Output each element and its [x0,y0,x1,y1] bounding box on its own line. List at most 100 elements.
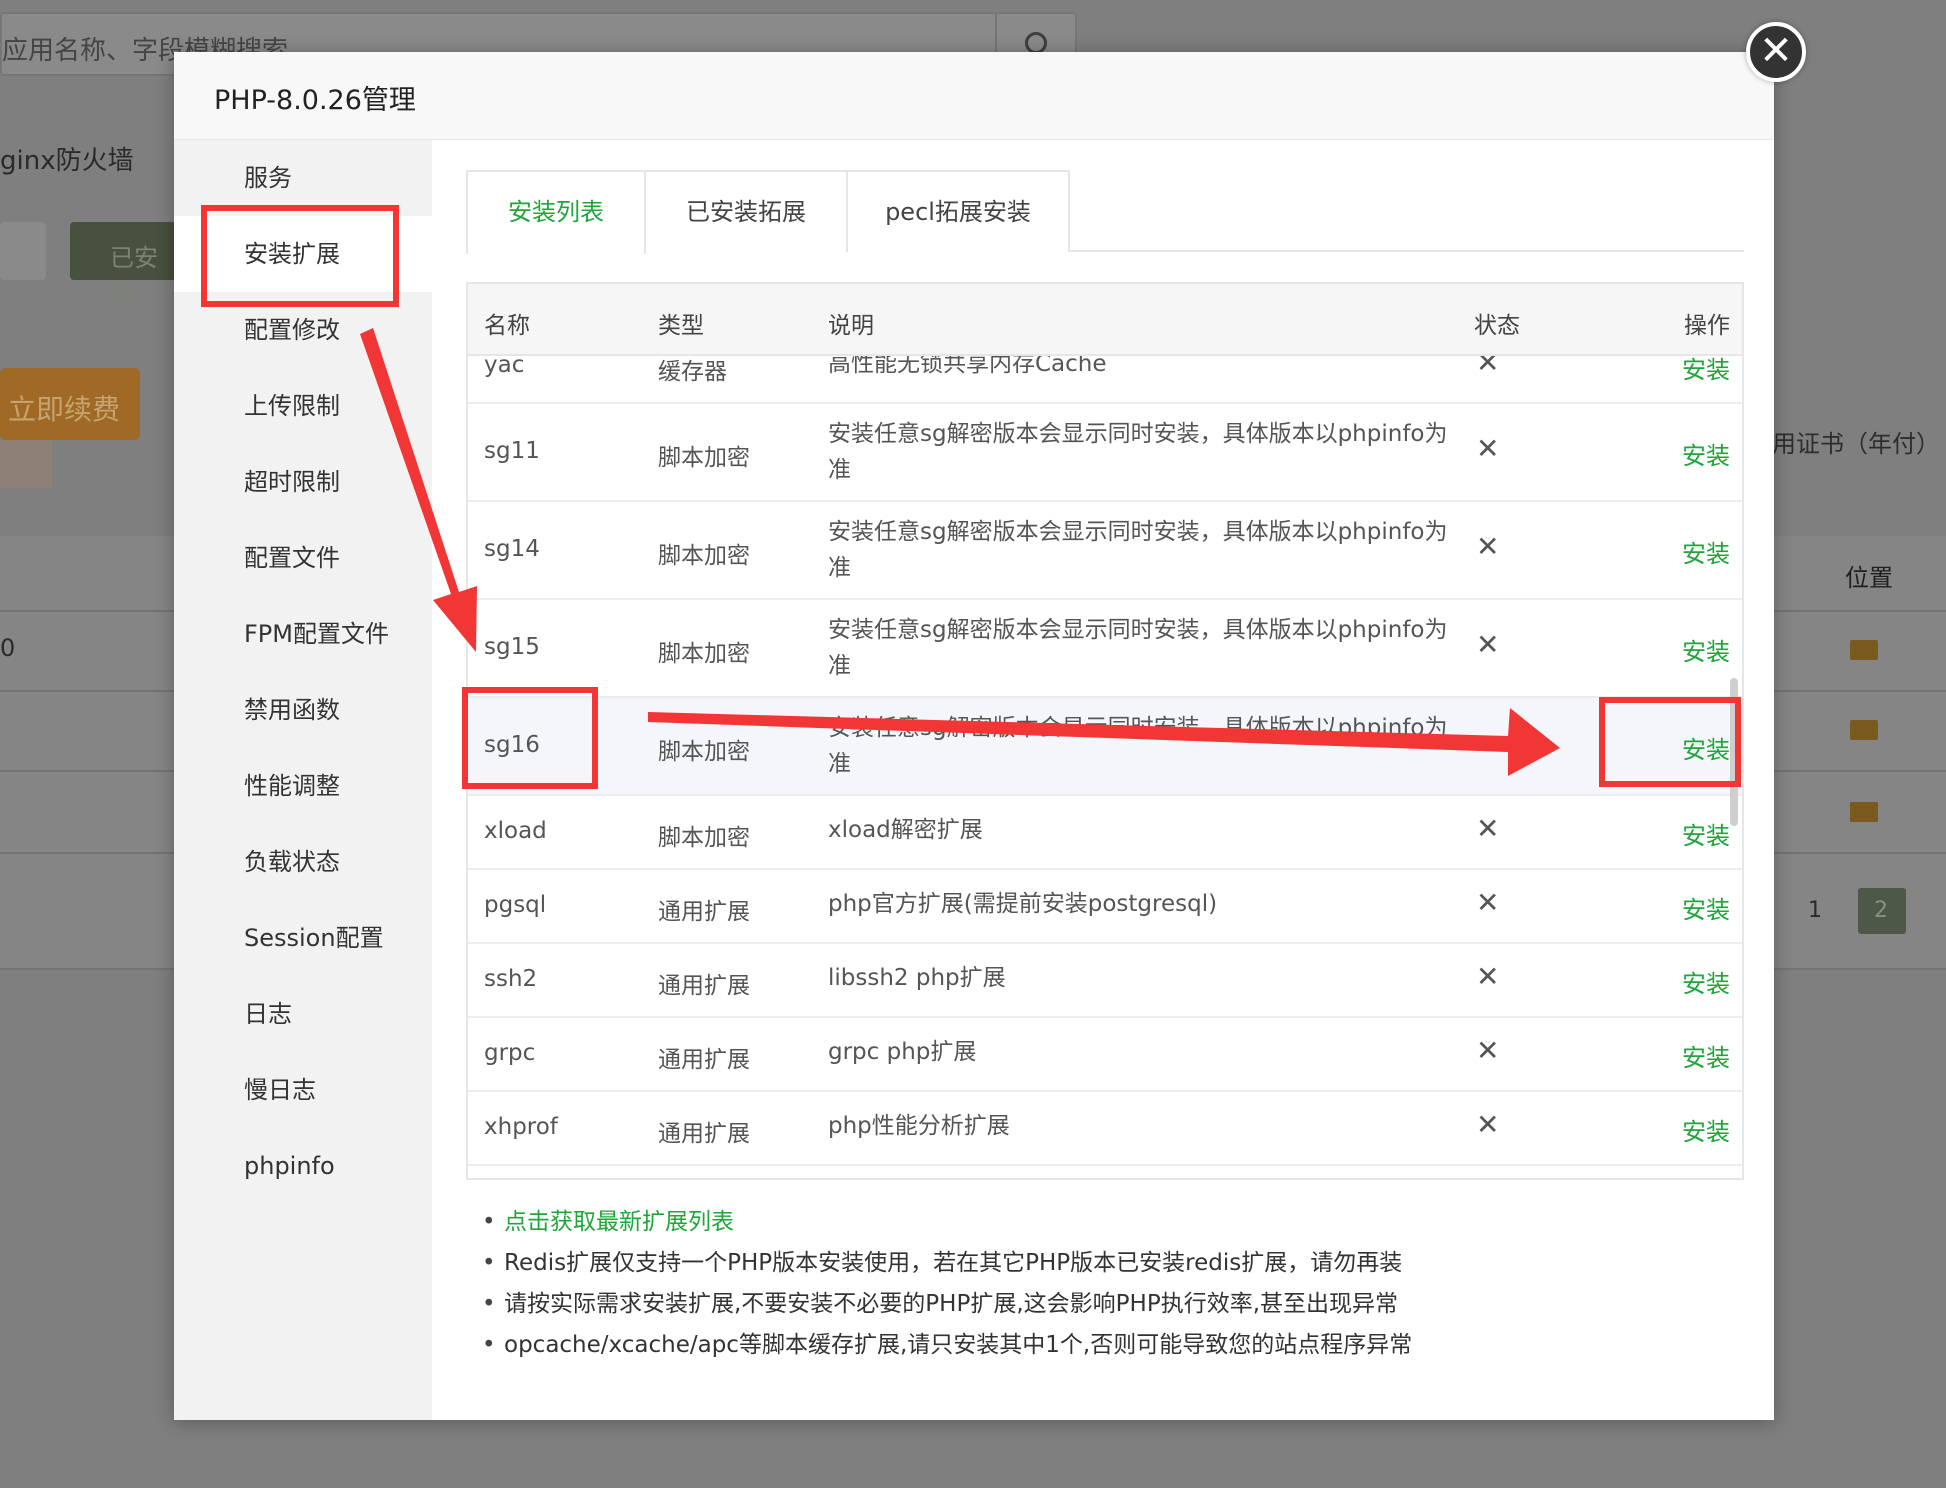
row-status-icon: ✕ [1476,960,1500,993]
tab-install-list[interactable]: 安装列表 [466,170,646,254]
bg-renew-strip [0,440,52,488]
row-status-icon: ✕ [1476,432,1500,465]
refresh-extension-list-link[interactable]: 点击获取最新扩展列表 [482,1202,1412,1243]
tab-bar: 安装列表 已安装拓展 pecl拓展安装 [466,170,1744,254]
tab-installed-extensions[interactable]: 已安装拓展 [644,170,848,252]
row-type: 脚本加密 [658,739,750,765]
table-body: yac 缓存器 高性能无锁共享内存Cache ✕ 安装 sg11 脚本加密 安装… [468,356,1742,1178]
bg-grey-button [0,222,46,280]
sidebar-item-phpinfo[interactable]: phpinfo [174,1128,432,1204]
row-name: grpc [484,1040,536,1066]
install-button[interactable]: 安装 [1682,632,1730,667]
row-type: 通用扩展 [658,1047,750,1073]
install-button[interactable]: 安装 [1682,356,1730,385]
bg-installed-button: 已安装 [70,222,180,307]
row-status-icon: ✕ [1476,628,1500,661]
install-button[interactable]: 安装 [1682,730,1730,765]
row-name: pgsql [484,892,547,918]
row-type: 通用扩展 [658,899,750,925]
table-row: xload 脚本加密 xload解密扩展 ✕ 安装 [468,796,1742,870]
bg-position-header: 位置 [1845,564,1893,592]
table-row: sg15 脚本加密 安装任意sg解密版本会显示同时安装，具体版本以phpinfo… [468,600,1742,698]
row-status-icon: ✕ [1476,812,1500,845]
header-status: 状态 [1474,313,1520,339]
row-type: 脚本加密 [658,445,750,471]
row-desc: grpc php扩展 [828,1039,977,1065]
row-desc: 安装任意sg解密版本会显示同时安装，具体版本以phpinfo为准 [828,421,1448,483]
sidebar-item-config-file[interactable]: 配置文件 [174,520,432,596]
row-desc: 安装任意sg解密版本会显示同时安装，具体版本以phpinfo为准 [828,519,1448,581]
main-content: 安装列表 已安装拓展 pecl拓展安装 名称 类型 说明 状态 操作 yac 缓… [432,140,1774,1420]
header-desc: 说明 [828,313,874,339]
row-type: 脚本加密 [658,543,750,569]
sidebar-item-disabled-functions[interactable]: 禁用函数 [174,672,432,748]
row-name: sg14 [484,536,540,562]
install-button[interactable]: 安装 [1682,890,1730,925]
row-name: yac [484,356,525,378]
bg-firewall-label: ginx防火墙 [0,146,134,176]
install-button[interactable]: 安装 [1682,436,1730,471]
row-type: 脚本加密 [658,825,750,851]
row-name: sg11 [484,438,540,464]
folder-icon [1850,720,1878,740]
row-status-icon: ✕ [1476,356,1500,379]
notes-list: 点击获取最新扩展列表 Redis扩展仅支持一个PHP版本安装使用，若在其它PHP… [482,1202,1412,1366]
sidebar-item-log[interactable]: 日志 [174,976,432,1052]
note-item: Redis扩展仅支持一个PHP版本安装使用，若在其它PHP版本已安装redis扩… [482,1243,1412,1284]
row-desc: libssh2 php扩展 [828,965,1006,991]
table-row: grpc 通用扩展 grpc php扩展 ✕ 安装 [468,1018,1742,1092]
sidebar: 服务 安装扩展 配置修改 上传限制 超时限制 配置文件 FPM配置文件 禁用函数… [174,140,432,1420]
table-row: sg14 脚本加密 安装任意sg解密版本会显示同时安装，具体版本以phpinfo… [468,502,1742,600]
table-scrollbar[interactable] [1730,678,1738,826]
table-header: 名称 类型 说明 状态 操作 [468,284,1742,356]
sidebar-item-slow-log[interactable]: 慢日志 [174,1052,432,1128]
bg-cert-text: 用证书（年付） [1772,430,1940,458]
row-type: 脚本加密 [658,641,750,667]
row-name: xload [484,818,547,844]
install-button[interactable]: 安装 [1682,1038,1730,1073]
install-button[interactable]: 安装 [1682,1112,1730,1147]
sidebar-item-service[interactable]: 服务 [174,140,432,216]
header-type: 类型 [658,313,704,339]
tab-pecl-install[interactable]: pecl拓展安装 [846,170,1070,252]
sidebar-item-install-extension[interactable]: 安装扩展 [174,216,432,292]
close-icon[interactable]: ✕ [1746,22,1806,82]
row-status-icon: ✕ [1476,1034,1500,1067]
sidebar-item-upload-limit[interactable]: 上传限制 [174,368,432,444]
install-button[interactable]: 安装 [1682,964,1730,999]
sidebar-item-load-status[interactable]: 负载状态 [174,824,432,900]
row-status-icon: ✕ [1476,1108,1500,1141]
row-name: ssh2 [484,966,538,992]
search-icon [1025,32,1047,54]
sidebar-item-config-edit[interactable]: 配置修改 [174,292,432,368]
table-row: sg16 脚本加密 安装任意sg解密版本会显示同时安装，具体版本以phpinfo… [468,698,1742,796]
row-type: 通用扩展 [658,973,750,999]
extension-table: 名称 类型 说明 状态 操作 yac 缓存器 高性能无锁共享内存Cache ✕ … [466,282,1744,1180]
install-button[interactable]: 安装 [1682,534,1730,569]
table-row: yac 缓存器 高性能无锁共享内存Cache ✕ 安装 [468,356,1742,404]
bg-page-2: 2 [1858,888,1906,934]
sidebar-item-fpm-config[interactable]: FPM配置文件 [174,596,432,672]
row-desc: 安装任意sg解密版本会显示同时安装，具体版本以phpinfo为准 [828,715,1448,777]
php-manage-dialog: PHP-8.0.26管理 服务 安装扩展 配置修改 上传限制 超时限制 配置文件… [174,52,1774,1420]
dialog-title: PHP-8.0.26管理 [174,52,1774,140]
sidebar-item-session-config[interactable]: Session配置 [174,900,432,976]
table-row: ssh2 通用扩展 libssh2 php扩展 ✕ 安装 [468,944,1742,1018]
sidebar-item-performance[interactable]: 性能调整 [174,748,432,824]
row-status-icon: ✕ [1476,886,1500,919]
note-item: 请按实际需求安装扩展,不要安装不必要的PHP扩展,这会影响PHP执行效率,甚至出… [482,1284,1412,1325]
row-name: sg15 [484,634,540,660]
note-item: opcache/xcache/apc等脚本缓存扩展,请只安装其中1个,否则可能导… [482,1325,1412,1366]
row-type: 通用扩展 [658,1121,750,1147]
bg-page-1: 1 [1808,898,1822,923]
row-type: 缓存器 [658,359,727,385]
row-desc: 高性能无锁共享内存Cache [828,356,1107,377]
row-desc: xload解密扩展 [828,817,983,843]
bg-row-value: 0 [0,634,16,662]
sidebar-item-timeout-limit[interactable]: 超时限制 [174,444,432,520]
row-name: xhprof [484,1114,558,1140]
install-button[interactable]: 安装 [1682,816,1730,851]
header-name: 名称 [484,313,530,339]
row-desc: php性能分析扩展 [828,1113,1010,1139]
header-op: 操作 [1684,313,1730,339]
